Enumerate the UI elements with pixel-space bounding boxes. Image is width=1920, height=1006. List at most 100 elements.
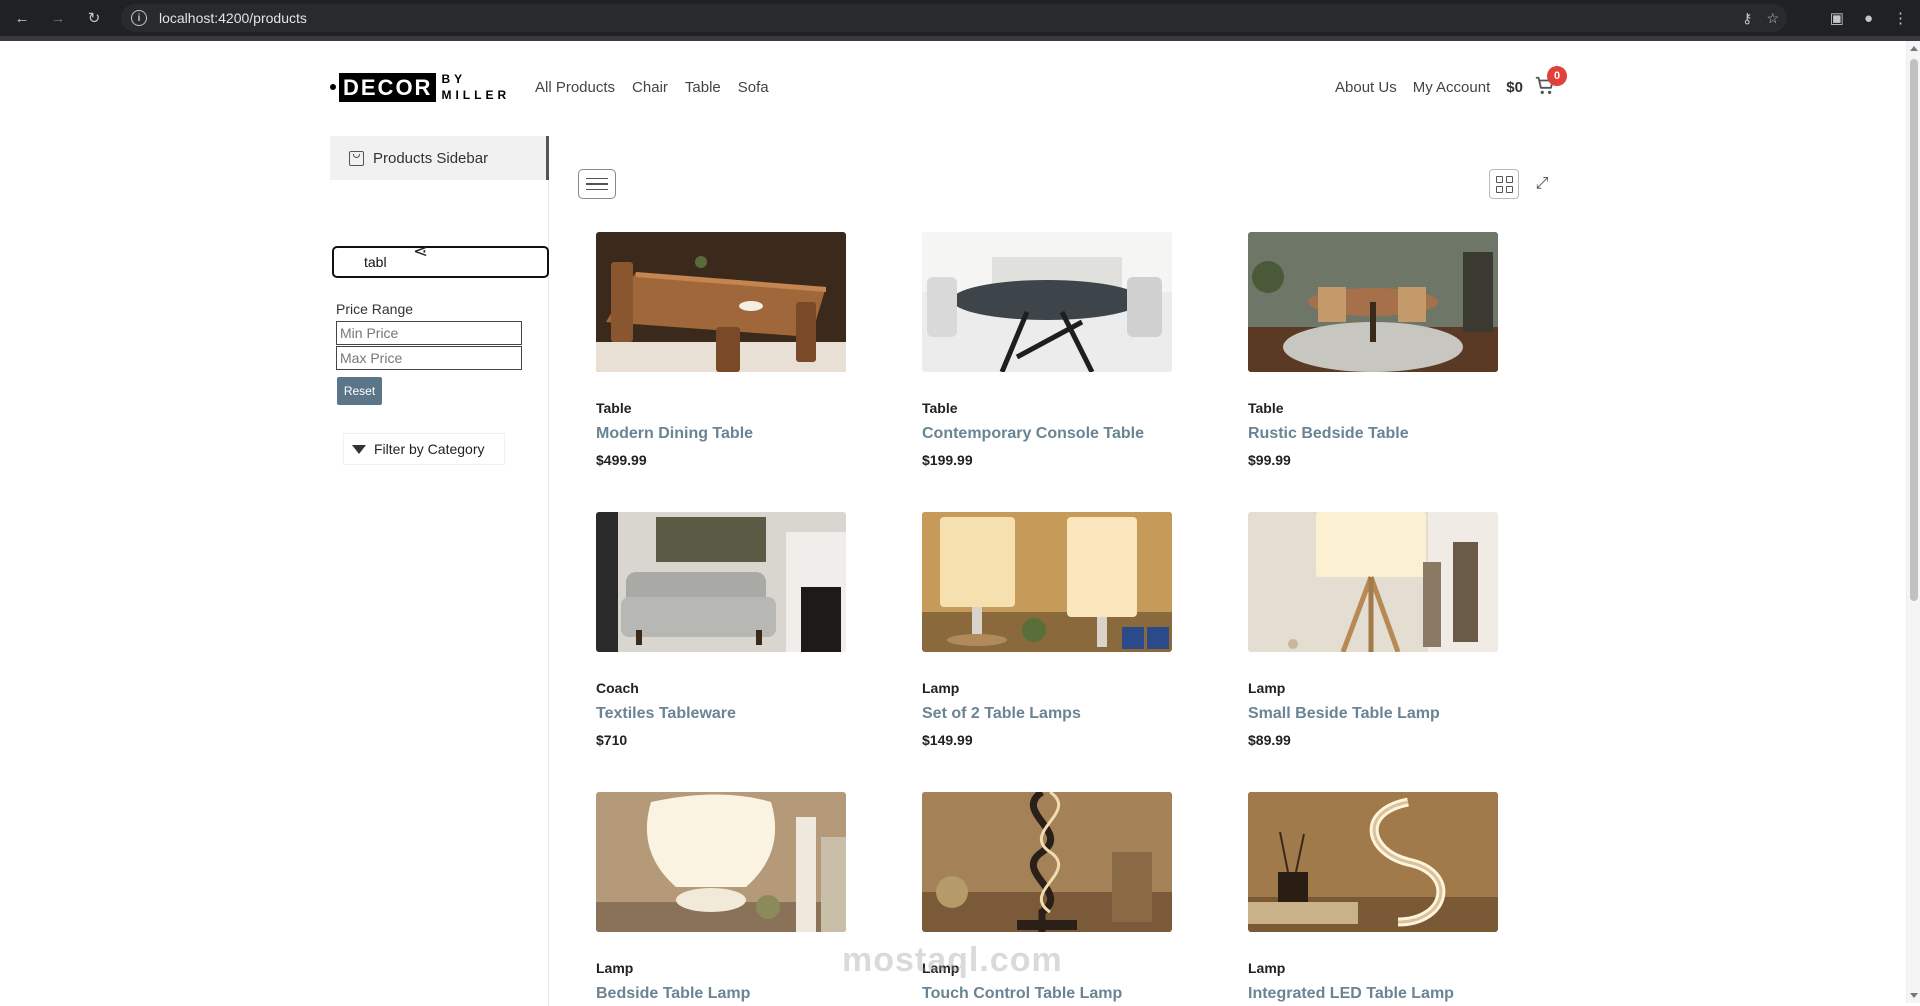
shopping-bag-icon <box>349 150 364 166</box>
product-price: $499.99 <box>596 452 647 468</box>
address-url: localhost:4200/products <box>159 10 307 26</box>
table-lamps-image <box>922 512 1172 652</box>
filter-label: Filter by Category <box>374 441 485 457</box>
page-scrollbar[interactable] <box>1906 41 1920 1003</box>
product-card[interactable]: Table Modern Dining Table $499.99 <box>596 232 846 468</box>
bookmark-star-icon[interactable]: ☆ <box>1766 10 1779 27</box>
reload-icon[interactable]: ↻ <box>80 4 108 32</box>
profile-icon[interactable]: ● <box>1864 10 1873 27</box>
rustic-table-image <box>1248 232 1498 372</box>
product-card[interactable]: Lamp Set of 2 Table Lamps $149.99 <box>922 512 1172 748</box>
product-image[interactable] <box>596 512 846 652</box>
sidebar-title: Products Sidebar <box>373 149 489 167</box>
more-menu-icon[interactable]: ⋮ <box>1893 9 1908 27</box>
hamburger-line <box>586 188 608 191</box>
cart-button[interactable]: 0 <box>1534 66 1567 99</box>
logo-by: BY <box>441 72 467 86</box>
products-page: DECOR BY MILLER All Products Chair Table… <box>0 41 1920 1006</box>
product-card[interactable]: Coach Textiles Tableware $710 <box>596 512 846 748</box>
back-icon[interactable]: ← <box>8 4 36 32</box>
forward-icon[interactable]: → <box>44 4 72 32</box>
scroll-up-icon[interactable] <box>1910 46 1918 51</box>
filter-by-category-button[interactable]: Filter by Category <box>343 433 505 465</box>
browser-toolbar: ← → ↻ i localhost:4200/products ⚷ ☆ ▣ ● … <box>0 0 1920 36</box>
product-category: Lamp <box>1248 960 1286 976</box>
product-price: $199.99 <box>922 452 973 468</box>
bedside-lamp-image <box>596 792 846 932</box>
logo-dot <box>330 84 336 90</box>
cart-count-badge: 0 <box>1547 66 1567 86</box>
cart-total: $0 <box>1506 79 1523 96</box>
product-card[interactable]: Table Contemporary Console Table $199.99 <box>922 232 1172 468</box>
grid-cell-icon <box>1495 175 1503 183</box>
product-image[interactable] <box>922 512 1172 652</box>
min-price-input[interactable] <box>336 321 522 345</box>
grid-cell-icon <box>1505 185 1513 193</box>
search-input[interactable] <box>332 246 549 278</box>
nav-sofa[interactable]: Sofa <box>738 79 769 96</box>
product-price: $89.99 <box>1248 732 1291 748</box>
product-name[interactable]: Small Beside Table Lamp <box>1248 705 1498 723</box>
product-category: Lamp <box>922 680 960 696</box>
product-card[interactable]: Lamp Small Beside Table Lamp $89.99 <box>1248 512 1498 748</box>
watermark-text: mostaql.com <box>842 941 1063 979</box>
product-name[interactable]: Rustic Bedside Table <box>1248 425 1498 443</box>
product-name[interactable]: Bedside Table Lamp <box>596 985 846 1003</box>
product-name[interactable]: Integrated LED Table Lamp <box>1248 985 1498 1003</box>
nav-table[interactable]: Table <box>685 79 721 96</box>
fullscreen-expand-icon[interactable]: ⤢ <box>1530 172 1554 196</box>
product-category: Lamp <box>1248 680 1286 696</box>
touch-lamp-image <box>922 792 1172 932</box>
main-nav: All Products Chair Table Sofa <box>535 79 769 96</box>
hamburger-line <box>586 183 608 185</box>
product-price: $710 <box>596 732 628 748</box>
nav-chair[interactable]: Chair <box>632 79 668 96</box>
product-card[interactable]: Table Rustic Bedside Table $99.99 <box>1248 232 1498 468</box>
nav-my-account[interactable]: My Account <box>1413 79 1491 96</box>
product-image[interactable] <box>1248 792 1498 932</box>
max-price-input[interactable] <box>336 346 522 370</box>
account-nav: About Us My Account $0 <box>1335 79 1523 96</box>
product-name[interactable]: Modern Dining Table <box>596 425 846 443</box>
product-card[interactable]: Lamp Bedside Table Lamp <box>596 792 846 1003</box>
product-category: Table <box>1248 400 1284 416</box>
product-image[interactable] <box>596 232 846 372</box>
product-image[interactable] <box>596 792 846 932</box>
nav-all-products[interactable]: All Products <box>535 79 615 96</box>
product-image[interactable] <box>1248 232 1498 372</box>
extensions-icon[interactable]: ▣ <box>1830 9 1844 27</box>
product-image[interactable] <box>922 792 1172 932</box>
product-category: Table <box>596 400 632 416</box>
product-price: $99.99 <box>1248 452 1291 468</box>
scroll-down-icon[interactable] <box>1910 993 1918 998</box>
scrollbar-thumb[interactable] <box>1910 59 1918 601</box>
text-cursor-icon: ⋖ <box>413 241 429 261</box>
sofa-image <box>596 512 846 652</box>
site-info-icon[interactable]: i <box>131 10 147 26</box>
product-price: $149.99 <box>922 732 973 748</box>
product-category: Lamp <box>596 960 634 976</box>
product-image[interactable] <box>922 232 1172 372</box>
product-name[interactable]: Textiles Tableware <box>596 705 846 723</box>
product-category: Table <box>922 400 958 416</box>
grid-cell-icon <box>1505 175 1513 183</box>
filter-funnel-icon <box>352 444 366 454</box>
logo-decor: DECOR <box>339 72 437 102</box>
nav-about-us[interactable]: About Us <box>1335 79 1397 96</box>
menu-toggle-button[interactable] <box>578 169 616 199</box>
beside-lamp-image <box>1248 512 1498 652</box>
site-logo[interactable]: DECOR BY MILLER <box>330 71 510 103</box>
product-card[interactable]: Lamp Integrated LED Table Lamp <box>1248 792 1498 1003</box>
address-bar[interactable]: i localhost:4200/products ⚷ ☆ <box>121 4 1787 32</box>
products-sidebar: Products Sidebar Price Range Reset Filte… <box>330 136 549 1006</box>
sidebar-header[interactable]: Products Sidebar <box>330 136 549 180</box>
grid-view-button[interactable] <box>1489 169 1519 199</box>
product-category: Coach <box>596 680 639 696</box>
reset-button[interactable]: Reset <box>337 377 382 405</box>
dining-table-image <box>596 232 846 372</box>
product-image[interactable] <box>1248 512 1498 652</box>
product-name[interactable]: Set of 2 Table Lamps <box>922 705 1172 723</box>
product-name[interactable]: Contemporary Console Table <box>922 425 1172 443</box>
password-key-icon[interactable]: ⚷ <box>1742 10 1752 27</box>
product-name[interactable]: Touch Control Table Lamp <box>922 985 1172 1003</box>
